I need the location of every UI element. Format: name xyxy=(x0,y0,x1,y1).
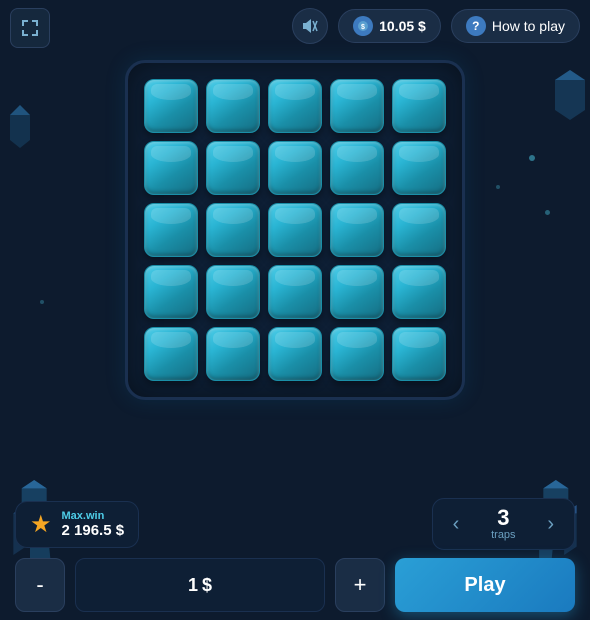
grid-cell[interactable] xyxy=(392,327,446,381)
play-button[interactable]: Play xyxy=(395,558,575,612)
grid-cell[interactable] xyxy=(330,265,384,319)
grid-cell[interactable] xyxy=(268,203,322,257)
grid-cell[interactable] xyxy=(330,79,384,133)
grid-cell[interactable] xyxy=(268,265,322,319)
balance-icon: $ xyxy=(353,16,373,36)
grid-cell[interactable] xyxy=(330,203,384,257)
grid-cell[interactable] xyxy=(392,79,446,133)
top-bar: $ 10.05 $ ? How to play xyxy=(292,8,580,44)
grid-cell[interactable] xyxy=(268,79,322,133)
bet-minus-button[interactable]: - xyxy=(15,558,65,612)
grid-cell[interactable] xyxy=(392,265,446,319)
grid-cell[interactable] xyxy=(206,141,260,195)
bet-plus-button[interactable]: + xyxy=(335,558,385,612)
max-win-box: ★ Max.win 2 196.5 $ xyxy=(15,501,139,548)
grid-cell[interactable] xyxy=(330,327,384,381)
grid-cell[interactable] xyxy=(206,327,260,381)
bet-input-container: 1 $ xyxy=(75,558,325,612)
grid-cell[interactable] xyxy=(392,203,446,257)
how-to-play-button[interactable]: ? How to play xyxy=(451,9,580,43)
traps-next-button[interactable]: › xyxy=(543,514,558,534)
grid-cell[interactable] xyxy=(268,141,322,195)
svg-text:$: $ xyxy=(361,24,365,31)
grid-cell[interactable] xyxy=(144,203,198,257)
grid-cell[interactable] xyxy=(330,141,384,195)
game-grid xyxy=(144,79,446,381)
help-icon: ? xyxy=(466,16,486,36)
grid-cell[interactable] xyxy=(144,79,198,133)
balance-value: 10.05 $ xyxy=(379,18,426,34)
star-icon: ★ xyxy=(30,510,52,539)
traps-info: 3 traps xyxy=(483,507,523,541)
bet-value: 1 xyxy=(188,575,198,596)
grid-cell[interactable] xyxy=(206,79,260,133)
traps-number: 3 xyxy=(497,507,509,529)
how-to-play-label: How to play xyxy=(492,18,565,34)
grid-cell[interactable] xyxy=(144,265,198,319)
balance-button[interactable]: $ 10.05 $ xyxy=(338,9,441,43)
bet-bar: - 1 $ + Play xyxy=(15,558,575,612)
fullscreen-button[interactable] xyxy=(10,8,50,48)
traps-label: traps xyxy=(491,529,515,541)
max-win-info: Max.win 2 196.5 $ xyxy=(62,510,125,539)
grid-cell[interactable] xyxy=(144,327,198,381)
bottom-info-area: ★ Max.win 2 196.5 $ ‹ 3 traps › xyxy=(15,498,575,550)
grid-cell[interactable] xyxy=(268,327,322,381)
grid-cell[interactable] xyxy=(392,141,446,195)
max-win-value: 2 196.5 $ xyxy=(62,522,125,539)
traps-prev-button[interactable]: ‹ xyxy=(449,514,464,534)
traps-control: ‹ 3 traps › xyxy=(432,498,575,550)
grid-cell[interactable] xyxy=(144,141,198,195)
bet-currency: $ xyxy=(202,575,212,596)
grid-cell[interactable] xyxy=(206,265,260,319)
max-win-label: Max.win xyxy=(62,510,125,522)
game-grid-container xyxy=(125,60,465,400)
grid-cell[interactable] xyxy=(206,203,260,257)
mute-button[interactable] xyxy=(292,8,328,44)
